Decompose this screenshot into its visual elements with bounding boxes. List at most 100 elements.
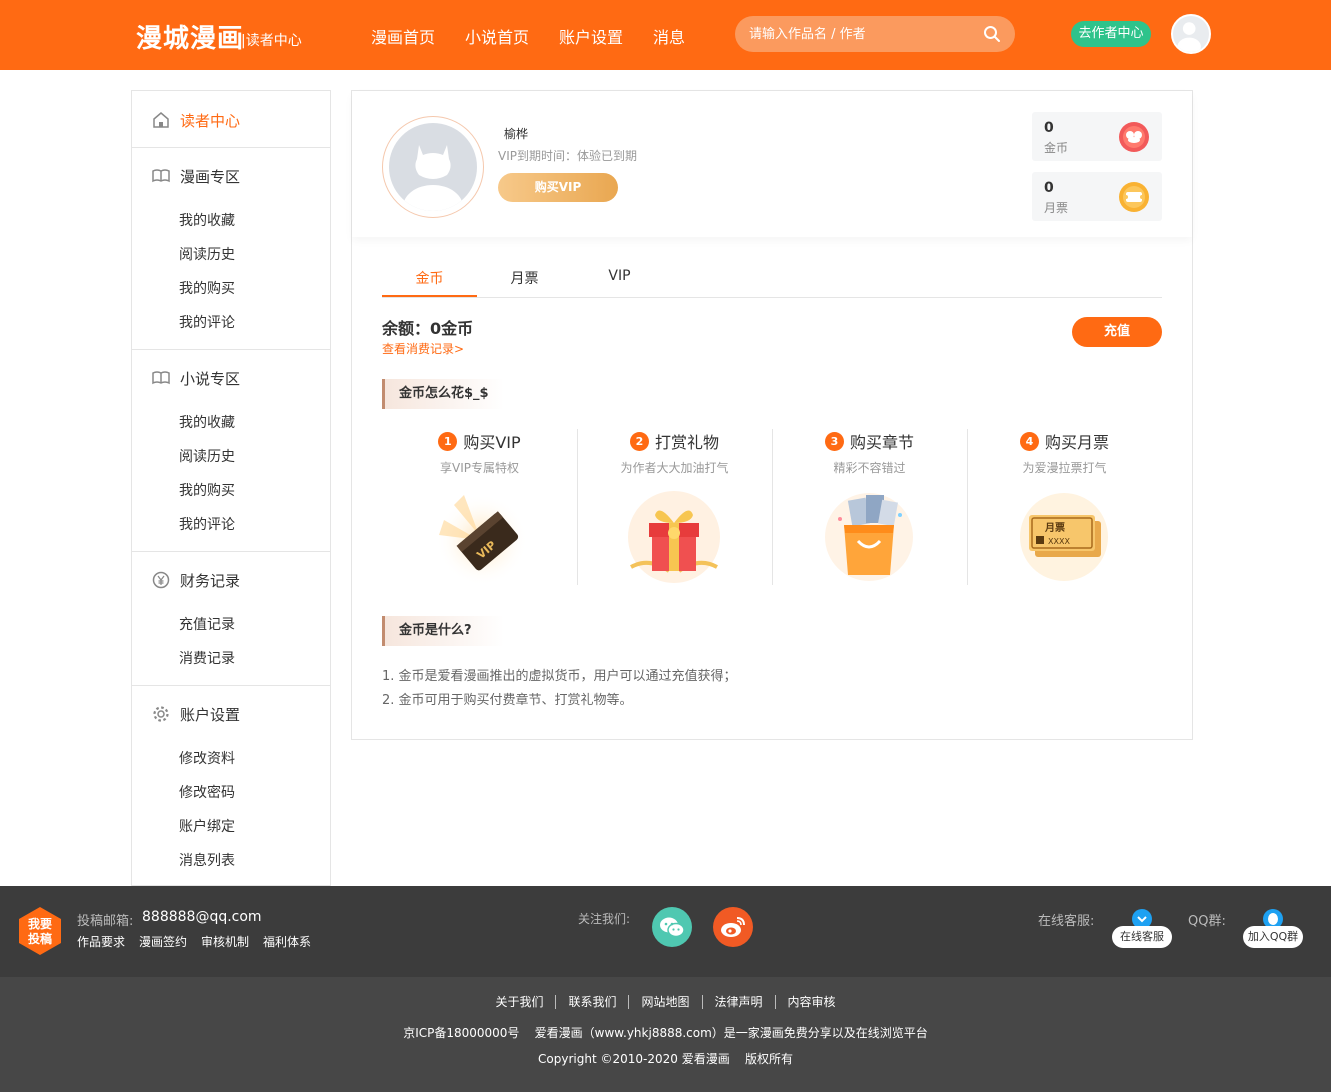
feature-title-text: 购买VIP: [463, 433, 521, 452]
ticket-count: 0: [1044, 180, 1054, 196]
footer-content-review-link[interactable]: 内容审核: [776, 995, 848, 1009]
icp-statement: 京ICP备18000000号 爱看漫画（www.yhkj8888.com）是一家…: [403, 1026, 928, 1040]
nav-messages[interactable]: 消息: [653, 24, 685, 48]
avatar-placeholder-icon: [403, 145, 463, 211]
footer-bottom: 关于我们 联系我们 网站地图 法律声明 内容审核 京ICP备18000000号 …: [0, 977, 1331, 1092]
feature-title-text: 购买章节: [849, 433, 914, 452]
footer-link-signing[interactable]: 漫画签约: [139, 933, 187, 950]
balance-text: 余额：0金币: [382, 319, 474, 338]
coin-icon: [1119, 122, 1149, 152]
search-input[interactable]: [749, 24, 969, 44]
sidebar-item-message-list[interactable]: 消息列表: [179, 850, 235, 870]
sidebar-item-account-binding[interactable]: 账户绑定: [179, 816, 235, 836]
search-box: [735, 16, 1015, 52]
sidebar-item-spend-records[interactable]: 消费记录: [179, 648, 235, 668]
tab-monthly-ticket[interactable]: 月票: [477, 268, 572, 288]
sidebar-section-novel: 小说专区: [152, 367, 240, 389]
footer-legal-link[interactable]: 法律声明: [703, 995, 776, 1009]
sidebar-item-comic-purchases[interactable]: 我的购买: [179, 278, 235, 298]
shopping-bag-icon: [825, 493, 913, 581]
sidebar-section-label: 小说专区: [180, 369, 241, 388]
recharge-button[interactable]: 充值: [1072, 317, 1162, 347]
feature-number: 2: [629, 431, 649, 451]
sidebar-section-account: 账户设置: [152, 703, 240, 725]
sidebar-item-novel-purchases[interactable]: 我的购买: [179, 480, 235, 500]
top-header: 漫城漫画 |读者中心 漫画首页 小说首页 账户设置 消息 去作者中心: [0, 0, 1331, 70]
coin-count: 0: [1044, 120, 1054, 136]
sidebar-section-label: 漫画专区: [180, 167, 241, 186]
tab-bar: 金币 月票 VIP: [382, 261, 1162, 298]
follow-us-label: 关注我们:: [578, 912, 631, 926]
faq-line-1: 1. 金币是爱看漫画推出的虚拟货币，用户可以通过充值获得；: [382, 669, 737, 684]
nav-novel-home[interactable]: 小说首页: [465, 24, 529, 48]
online-service-label: 在线客服:: [1038, 914, 1095, 929]
footer-about-link[interactable]: 关于我们: [483, 995, 557, 1009]
main-panel: 榆桦 VIP到期时间：体验已到期 购买VIP 0 金币 0 月票 金币 月票 V…: [351, 90, 1193, 740]
sidebar-item-edit-profile[interactable]: 修改资料: [179, 748, 235, 768]
faq-title: 金币是什么?: [382, 616, 504, 646]
sidebar-item-comic-history[interactable]: 阅读历史: [179, 244, 235, 264]
sidebar-divider: [132, 349, 330, 350]
sidebar-item-comic-comments[interactable]: 我的评论: [179, 312, 235, 332]
feature-title-text: 打赏礼物: [654, 433, 719, 452]
feature-number: 4: [1019, 431, 1039, 451]
logo-subtitle: |读者中心: [241, 33, 302, 49]
profile-avatar[interactable]: [382, 116, 484, 218]
book-icon: [152, 169, 170, 183]
sidebar-reader-center[interactable]: 读者中心: [152, 109, 240, 131]
sidebar-item-comic-favorites[interactable]: 我的收藏: [179, 210, 235, 230]
email-value[interactable]: 888888@qq.com: [142, 909, 262, 925]
yen-icon: [152, 571, 170, 589]
ticket-icon: [1119, 182, 1149, 212]
feature-buy-monthly-ticket[interactable]: 4 购买月票 为爱漫拉票打气 月票 XXXX: [967, 427, 1162, 587]
sidebar-section-label: 账户设置: [180, 705, 241, 724]
footer-sitemap-link[interactable]: 网站地图: [629, 995, 703, 1009]
ticket-stat: 0 月票: [1032, 172, 1162, 221]
feature-send-gift[interactable]: 2 打赏礼物 为作者大大加油打气: [577, 427, 772, 587]
active-tab-underline: [382, 295, 477, 297]
footer-contact-link[interactable]: 联系我们: [556, 995, 630, 1009]
sidebar-item-novel-favorites[interactable]: 我的收藏: [179, 412, 235, 432]
profile-card: 榆桦 VIP到期时间：体验已到期 购买VIP 0 金币 0 月票: [352, 91, 1192, 237]
monthly-ticket-icon: 月票 XXXX: [1020, 493, 1108, 581]
wechat-icon[interactable]: [652, 907, 692, 947]
badge-line-2: 投稿: [28, 931, 52, 946]
vip-expiry: VIP到期时间：体验已到期: [498, 149, 637, 163]
feature-title: 4 购买月票: [967, 429, 1162, 453]
tab-vip[interactable]: VIP: [572, 268, 667, 284]
footer-bottom-links: 关于我们 联系我们 网站地图 法律声明 内容审核: [0, 995, 1331, 1009]
badge-line-1: 我要: [28, 916, 52, 931]
view-records-link[interactable]: 查看消费记录>: [382, 340, 464, 357]
author-center-button[interactable]: 去作者中心: [1071, 21, 1151, 47]
footer-link-requirements[interactable]: 作品要求: [77, 933, 125, 950]
submit-manuscript-badge[interactable]: 我要 投稿: [18, 906, 62, 956]
copyright: Copyright ©2010-2020 爱看漫画 版权所有: [538, 1052, 793, 1066]
search-icon[interactable]: [983, 25, 1001, 43]
feature-title: 2 打赏礼物: [577, 429, 772, 453]
site-logo[interactable]: 漫城漫画: [136, 18, 244, 55]
faq-line-2: 2. 金币可用于购买付费章节、打赏礼物等。: [382, 693, 633, 708]
footer-link-review[interactable]: 审核机制: [201, 933, 249, 950]
sidebar-item-novel-history[interactable]: 阅读历史: [179, 446, 235, 466]
footer-top: 我要 投稿 投稿邮箱: 888888@qq.com 作品要求 漫画签约 审核机制…: [0, 886, 1331, 977]
sidebar-section-finance: 财务记录: [152, 569, 240, 591]
nav-account-settings[interactable]: 账户设置: [559, 24, 623, 48]
tab-coins[interactable]: 金币: [382, 268, 477, 288]
sidebar-divider: [132, 147, 330, 148]
sidebar-item-recharge-records[interactable]: 充值记录: [179, 614, 235, 634]
nav-comic-home[interactable]: 漫画首页: [371, 24, 435, 48]
sidebar-section-comic: 漫画专区: [152, 165, 240, 187]
user-avatar[interactable]: [1171, 14, 1211, 54]
sidebar-item-change-password[interactable]: 修改密码: [179, 782, 235, 802]
buy-vip-button[interactable]: 购买VIP: [498, 173, 618, 202]
online-service-button[interactable]: 在线客服: [1112, 926, 1172, 948]
join-qq-group-button[interactable]: 加入QQ群: [1243, 926, 1303, 948]
weibo-icon[interactable]: [713, 907, 753, 947]
ticket-code-text: XXXX: [1048, 537, 1070, 546]
spend-section-title: 金币怎么花$_$: [382, 379, 504, 409]
feature-buy-vip[interactable]: 1 购买VIP 享VIP专属特权 VIP: [382, 427, 577, 587]
sidebar-item-novel-comments[interactable]: 我的评论: [179, 514, 235, 534]
feature-buy-chapter[interactable]: 3 购买章节 精彩不容错过: [772, 427, 967, 587]
email-label: 投稿邮箱:: [77, 914, 134, 929]
footer-link-welfare[interactable]: 福利体系: [263, 933, 311, 950]
